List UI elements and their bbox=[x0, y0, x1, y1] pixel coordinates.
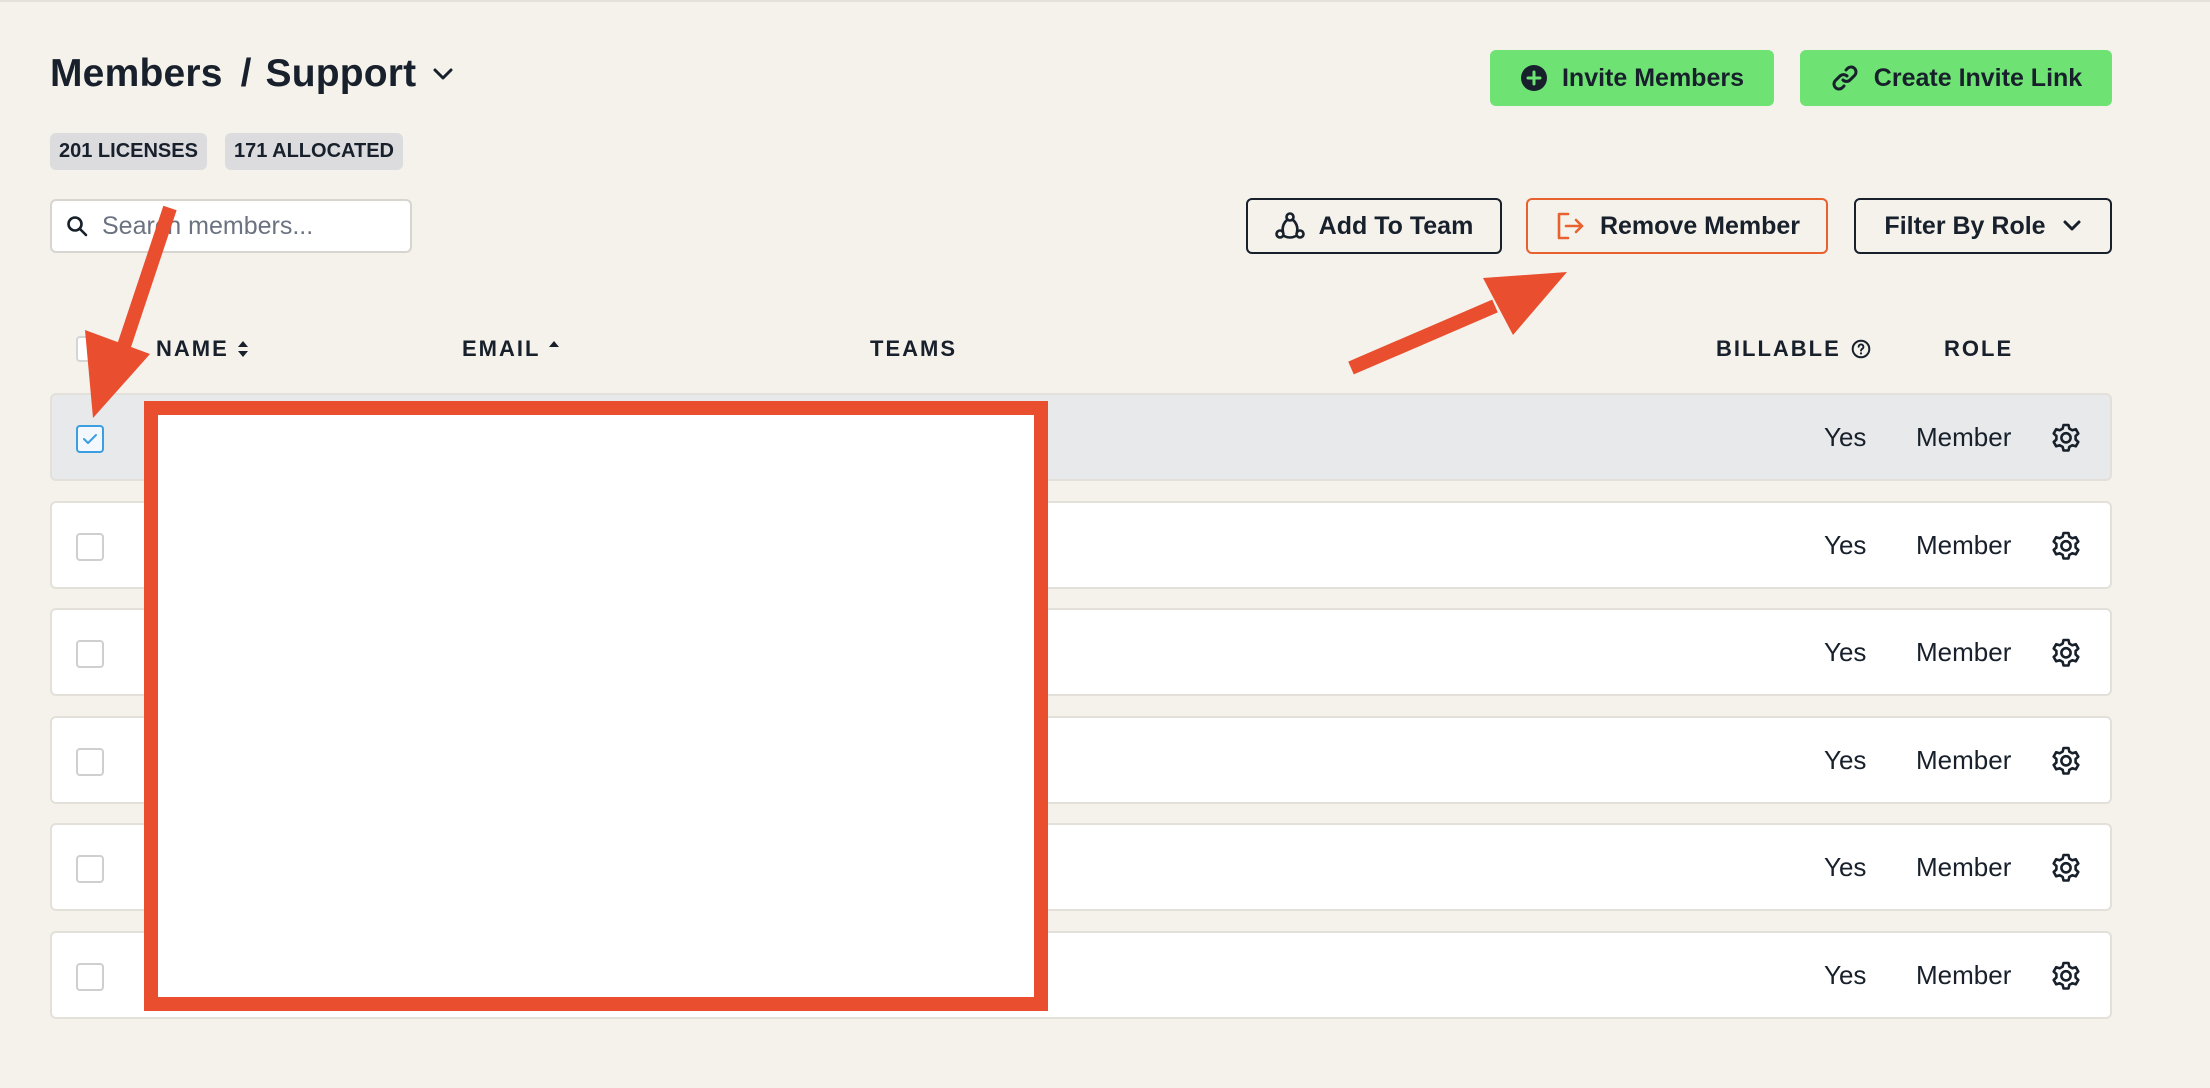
filter-by-role-button[interactable]: Filter By Role bbox=[1854, 198, 2112, 254]
plus-circle-icon bbox=[1520, 64, 1548, 92]
license-badges: 201 LICENSES 171 ALLOCATED bbox=[50, 133, 403, 170]
role-value: Member bbox=[1916, 960, 2012, 990]
gear-icon[interactable] bbox=[2050, 422, 2082, 454]
redaction-box bbox=[144, 401, 1048, 1011]
team-network-icon bbox=[1274, 211, 1305, 241]
exit-icon bbox=[1554, 210, 1586, 242]
gear-icon[interactable] bbox=[2050, 745, 2082, 777]
chevron-down-icon bbox=[2062, 219, 2082, 233]
column-header-email[interactable]: EMAIL bbox=[462, 336, 560, 362]
column-header-billable: BILLABLE bbox=[1716, 336, 1871, 362]
billable-value: Yes bbox=[1824, 960, 1867, 990]
title-members: Members bbox=[50, 52, 223, 95]
gear-icon[interactable] bbox=[2050, 960, 2082, 992]
add-to-team-label: Add To Team bbox=[1318, 211, 1474, 240]
page-title: Members / Support bbox=[50, 52, 454, 96]
column-header-name[interactable]: NAME bbox=[156, 336, 249, 362]
column-header-role: ROLE bbox=[1944, 336, 2014, 361]
row-checkbox[interactable] bbox=[76, 963, 104, 991]
sort-icon bbox=[237, 340, 249, 358]
row-checkbox[interactable] bbox=[76, 533, 104, 561]
role-value: Member bbox=[1916, 637, 2012, 667]
filter-by-role-label: Filter By Role bbox=[1884, 211, 2046, 240]
invite-members-label: Invite Members bbox=[1561, 63, 1744, 92]
row-checkbox[interactable] bbox=[76, 855, 104, 883]
help-circle-icon[interactable] bbox=[1851, 339, 1871, 359]
title-separator: / bbox=[240, 52, 252, 95]
create-invite-link-label: Create Invite Link bbox=[1873, 63, 2083, 92]
role-value: Member bbox=[1916, 530, 2012, 560]
row-checkbox[interactable] bbox=[76, 425, 104, 453]
remove-member-label: Remove Member bbox=[1599, 211, 1801, 240]
chevron-down-icon[interactable] bbox=[432, 63, 454, 85]
remove-member-button[interactable]: Remove Member bbox=[1526, 198, 1828, 254]
add-to-team-button[interactable]: Add To Team bbox=[1246, 198, 1502, 254]
billable-value: Yes bbox=[1824, 422, 1867, 452]
search-icon bbox=[66, 215, 88, 237]
billable-value: Yes bbox=[1824, 745, 1867, 775]
create-invite-link-button[interactable]: Create Invite Link bbox=[1800, 50, 2112, 106]
role-value: Member bbox=[1916, 422, 2012, 452]
table-header: NAME EMAIL TEAMS BILLABLE ROLE bbox=[0, 336, 2210, 366]
billable-value: Yes bbox=[1824, 852, 1867, 882]
team-selector-label[interactable]: Support bbox=[265, 52, 416, 96]
search-members[interactable] bbox=[50, 199, 412, 253]
sort-ascending-icon bbox=[548, 340, 560, 358]
column-header-teams: TEAMS bbox=[870, 336, 957, 361]
invite-members-button[interactable]: Invite Members bbox=[1490, 50, 1774, 106]
gear-icon[interactable] bbox=[2050, 530, 2082, 562]
gear-icon[interactable] bbox=[2050, 852, 2082, 884]
role-value: Member bbox=[1916, 852, 2012, 882]
row-checkbox[interactable] bbox=[76, 748, 104, 776]
row-checkbox[interactable] bbox=[76, 640, 104, 668]
role-value: Member bbox=[1916, 745, 2012, 775]
search-input[interactable] bbox=[100, 210, 394, 242]
link-icon bbox=[1830, 63, 1860, 93]
gear-icon[interactable] bbox=[2050, 637, 2082, 669]
select-all-checkbox[interactable] bbox=[76, 336, 102, 362]
billable-value: Yes bbox=[1824, 637, 1867, 667]
top-divider bbox=[0, 0, 2210, 2]
licenses-badge: 201 LICENSES bbox=[50, 133, 207, 170]
allocated-badge: 171 ALLOCATED bbox=[224, 133, 403, 170]
billable-value: Yes bbox=[1824, 530, 1867, 560]
